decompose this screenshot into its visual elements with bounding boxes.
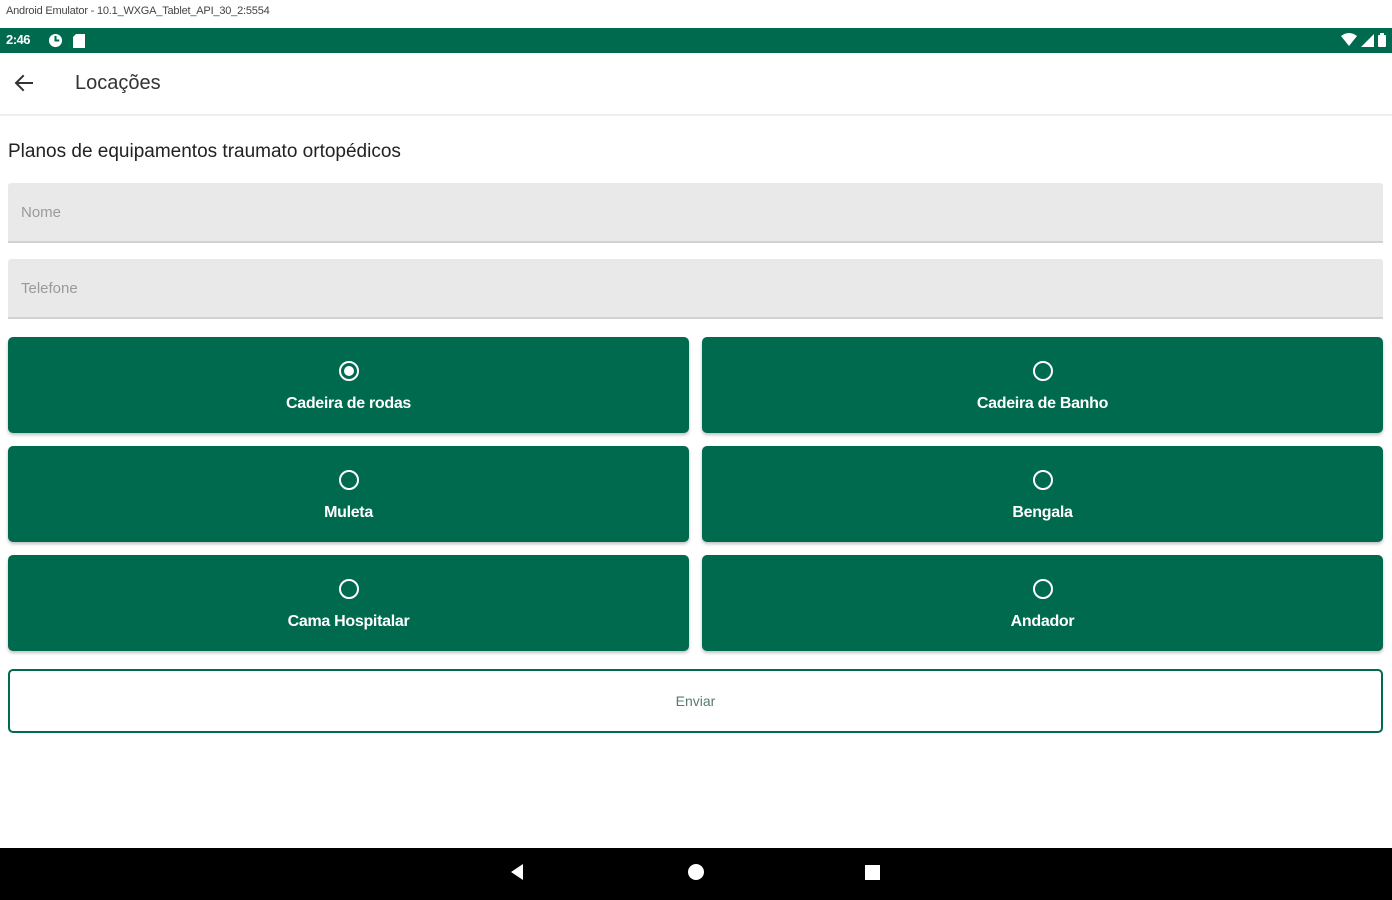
option-muleta[interactable]: Muleta <box>8 446 689 542</box>
name-input[interactable] <box>8 183 1383 243</box>
option-cadeira-de-rodas[interactable]: Cadeira de rodas <box>8 337 689 433</box>
back-button[interactable] <box>8 69 40 101</box>
option-andador[interactable]: Andador <box>702 555 1383 651</box>
nav-recents-icon <box>862 862 882 887</box>
battery-icon <box>1378 33 1386 52</box>
option-label: Muleta <box>324 504 373 521</box>
window-title: Android Emulator - 10.1_WXGA_Tablet_API_… <box>0 0 1392 28</box>
status-left-icons <box>48 33 85 53</box>
app-bar: Locações <box>0 53 1392 116</box>
arrow-back-icon <box>14 73 34 98</box>
option-label: Cadeira de Banho <box>976 395 1109 412</box>
nav-back-icon <box>507 862 527 887</box>
nav-home-button[interactable] <box>684 862 708 886</box>
settings-status-icon <box>48 33 63 53</box>
cell-signal-icon <box>1361 33 1374 52</box>
app-title: Locações <box>75 72 161 94</box>
option-label: Andador <box>1010 613 1075 630</box>
section-title: Planos de equipamentos traumato ortopédi… <box>8 141 401 162</box>
status-bar: 2:46 <box>0 28 1392 53</box>
radio-unchecked-icon[interactable] <box>338 579 359 599</box>
wifi-icon <box>1341 33 1357 52</box>
option-cadeira-de-banho[interactable]: Cadeira de Banho <box>702 337 1383 433</box>
radio-unchecked-icon[interactable] <box>1032 470 1053 490</box>
nav-back-button[interactable] <box>505 862 529 886</box>
nav-home-icon <box>686 862 706 887</box>
status-time: 2:46 <box>6 32 31 47</box>
option-label: Cama Hospitalar <box>287 613 410 630</box>
sd-card-icon <box>73 33 85 53</box>
option-label: Bengala <box>1012 504 1073 521</box>
option-bengala[interactable]: Bengala <box>702 446 1383 542</box>
navigation-bar <box>0 848 1392 900</box>
submit-button[interactable]: Enviar <box>8 669 1383 733</box>
phone-input[interactable] <box>8 259 1383 319</box>
radio-checked-icon[interactable] <box>338 361 359 381</box>
nav-recents-button[interactable] <box>860 862 884 886</box>
option-label: Cadeira de rodas <box>285 395 412 412</box>
radio-unchecked-icon[interactable] <box>1032 361 1053 381</box>
status-right-icons <box>1341 33 1386 52</box>
radio-unchecked-icon[interactable] <box>1032 579 1053 599</box>
option-cama-hospitalar[interactable]: Cama Hospitalar <box>8 555 689 651</box>
radio-unchecked-icon[interactable] <box>338 470 359 490</box>
